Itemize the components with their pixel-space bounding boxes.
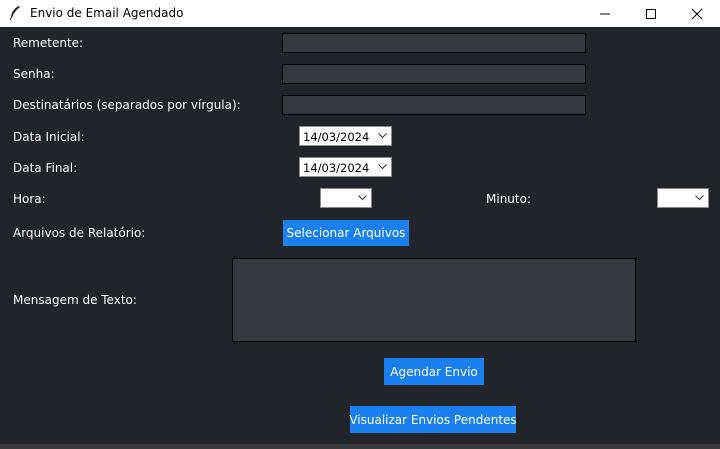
destinatarios-input[interactable] bbox=[282, 95, 586, 115]
close-icon bbox=[691, 8, 703, 19]
agendar-envio-button[interactable]: Agendar Envio bbox=[384, 358, 484, 385]
hora-select[interactable] bbox=[320, 188, 372, 208]
chevron-down-icon bbox=[378, 164, 387, 170]
minuto-label: Minuto: bbox=[486, 192, 531, 206]
title-bar: Envio de Email Agendado bbox=[0, 0, 720, 27]
chevron-down-icon bbox=[378, 133, 387, 139]
mensagem-textarea[interactable] bbox=[232, 258, 636, 342]
window-title: Envio de Email Agendado bbox=[30, 6, 184, 20]
maximize-button[interactable] bbox=[628, 0, 674, 27]
data-final-picker[interactable]: 14/03/2024 bbox=[299, 157, 392, 177]
chevron-down-icon bbox=[358, 195, 367, 201]
selecionar-arquivos-button[interactable]: Selecionar Arquivos bbox=[283, 220, 409, 246]
senha-label: Senha: bbox=[13, 67, 55, 81]
visualizar-envios-button[interactable]: Visualizar Envios Pendentes bbox=[349, 406, 517, 433]
mensagem-label: Mensagem de Texto: bbox=[13, 293, 137, 307]
chevron-down-icon bbox=[695, 195, 704, 201]
remetente-label: Remetente: bbox=[13, 36, 84, 50]
minuto-select[interactable] bbox=[657, 188, 709, 208]
maximize-icon bbox=[646, 8, 656, 19]
senha-input[interactable] bbox=[282, 64, 586, 84]
feather-icon bbox=[8, 5, 22, 21]
hora-label: Hora: bbox=[13, 192, 46, 206]
close-button[interactable] bbox=[674, 0, 720, 27]
data-final-value: 14/03/2024 bbox=[303, 161, 370, 175]
data-inicial-label: Data Inicial: bbox=[13, 130, 85, 144]
destinatarios-label: Destinatários (separados por vírgula): bbox=[13, 98, 241, 112]
data-inicial-value: 14/03/2024 bbox=[303, 130, 370, 144]
data-inicial-picker[interactable]: 14/03/2024 bbox=[299, 126, 392, 146]
arquivos-label: Arquivos de Relatório: bbox=[13, 226, 146, 240]
remetente-input[interactable] bbox=[282, 33, 586, 53]
minimize-button[interactable] bbox=[582, 0, 628, 27]
window-bottom-edge bbox=[0, 444, 720, 449]
minimize-icon bbox=[600, 13, 610, 14]
data-final-label: Data Final: bbox=[13, 161, 78, 175]
